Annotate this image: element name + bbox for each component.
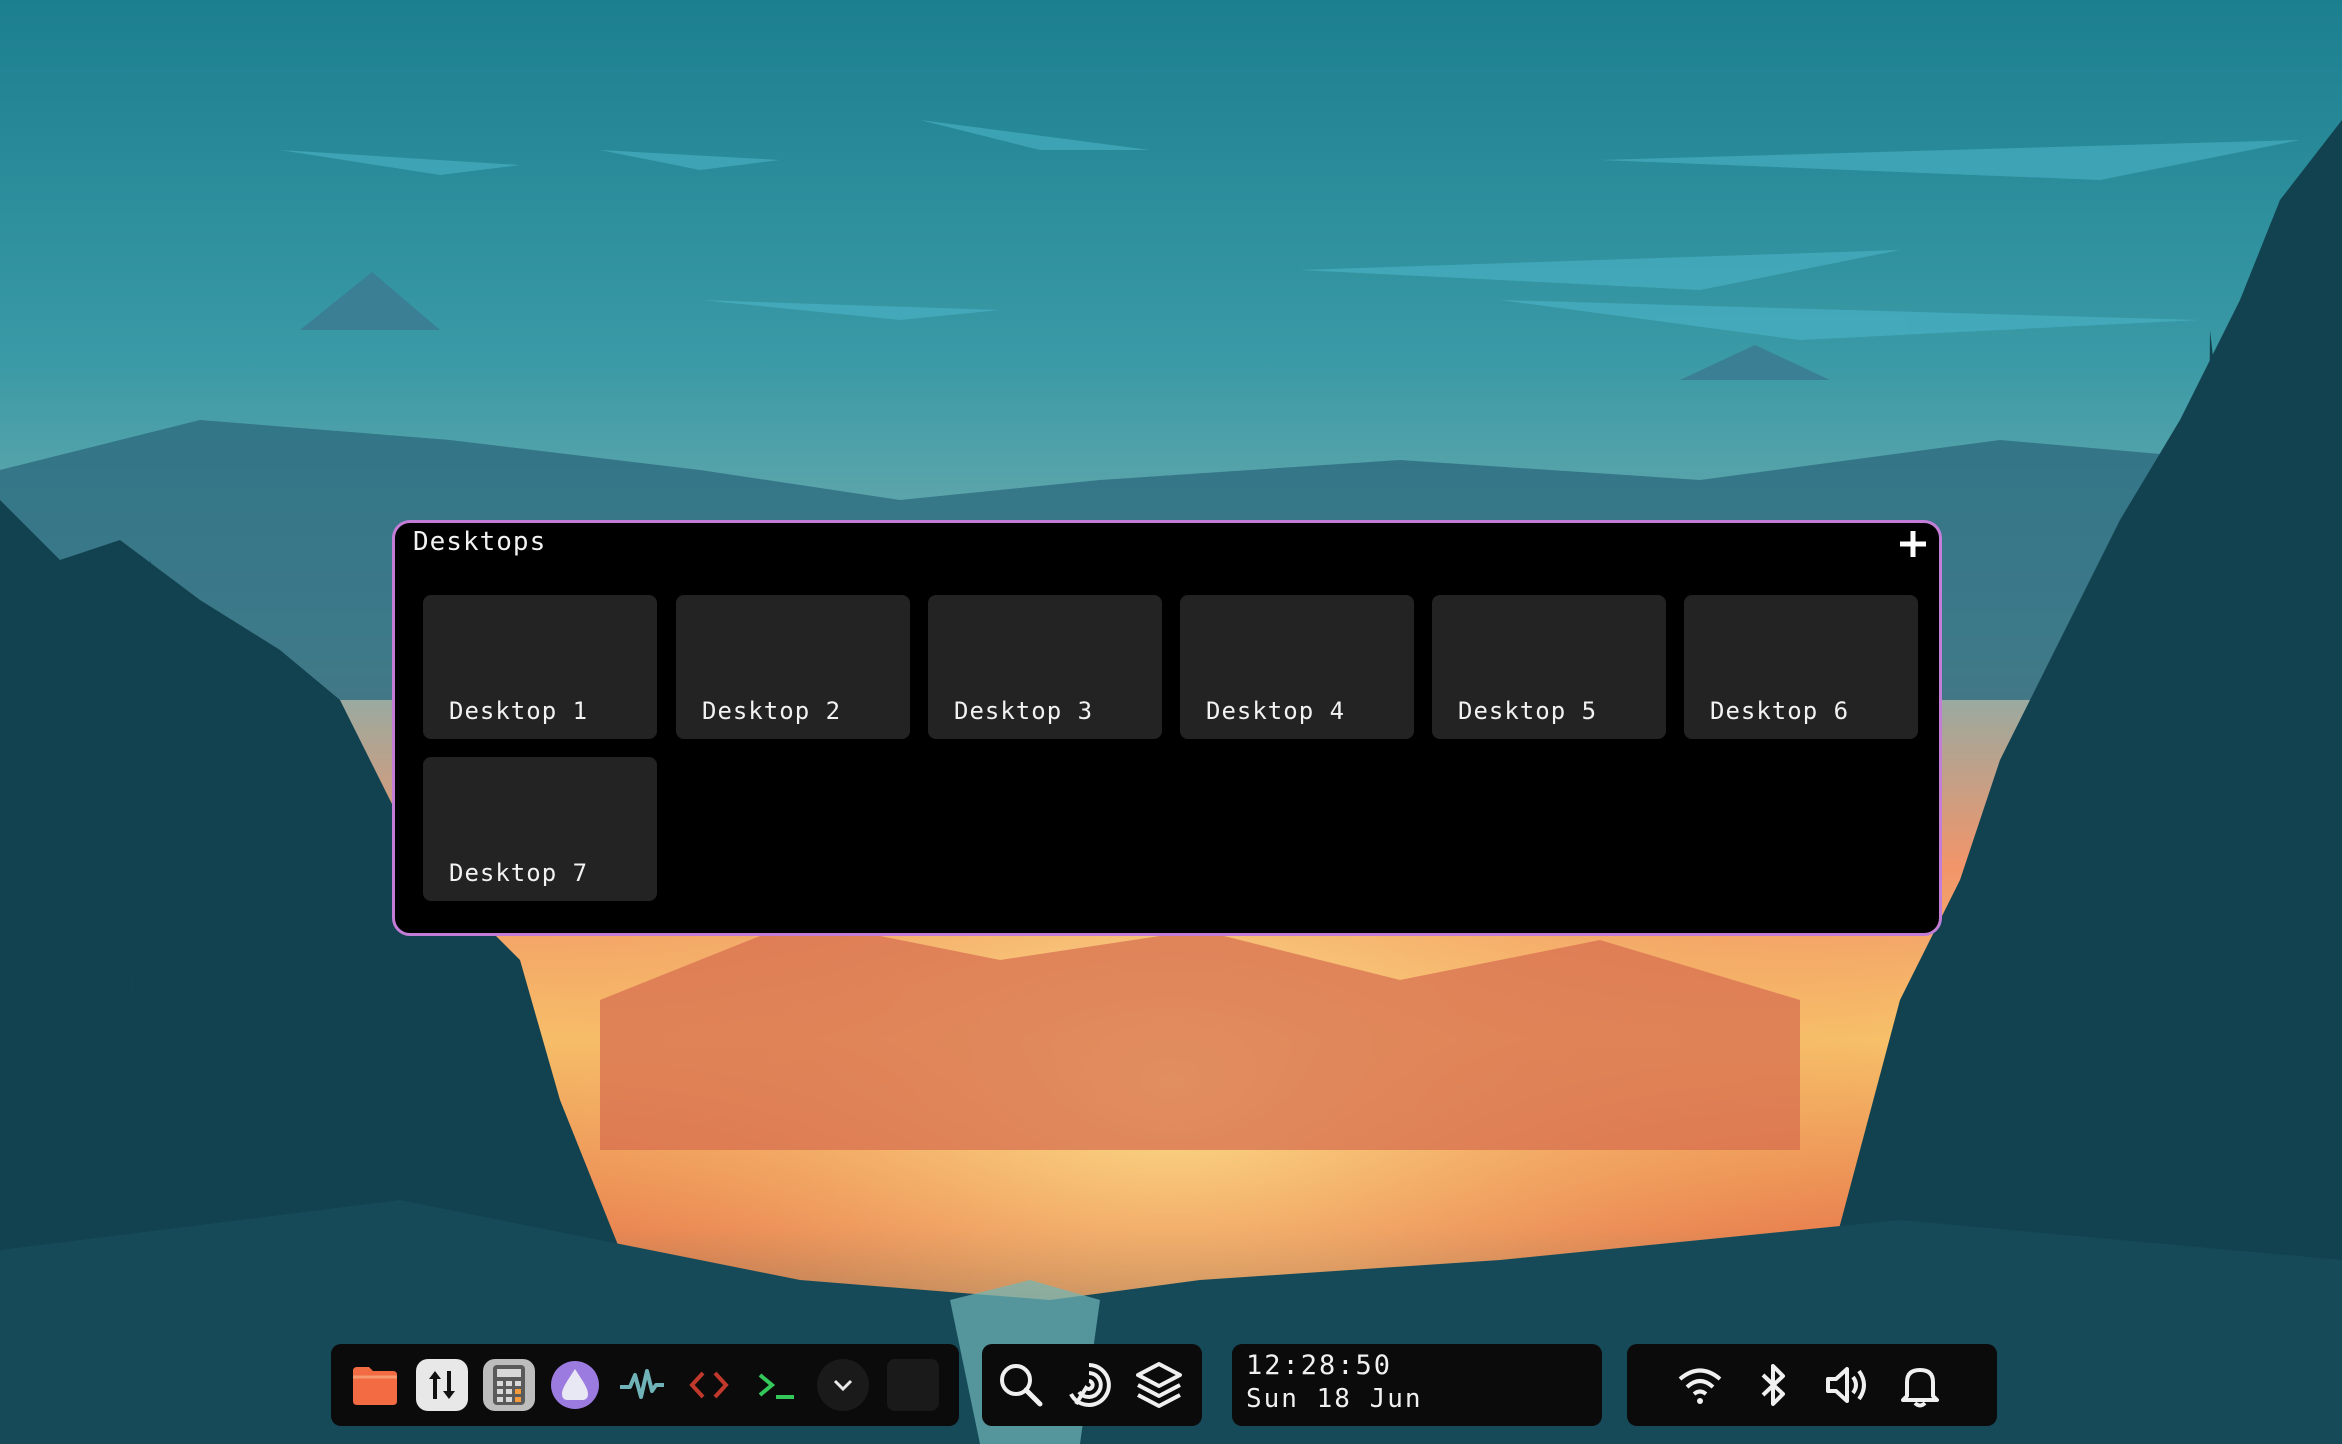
search-button[interactable] bbox=[994, 1358, 1048, 1412]
desktop-label: Desktop 1 bbox=[449, 697, 589, 725]
desktop-tile-7[interactable]: Desktop 7 bbox=[423, 757, 657, 901]
assistant-button[interactable] bbox=[1062, 1358, 1116, 1412]
tools-group bbox=[982, 1344, 1202, 1426]
bluetooth-button[interactable] bbox=[1749, 1360, 1799, 1410]
system-monitor-button[interactable] bbox=[616, 1359, 668, 1411]
more-apps-button[interactable] bbox=[817, 1359, 869, 1411]
bell-icon bbox=[1901, 1368, 1939, 1408]
up-down-arrows-icon bbox=[429, 1371, 455, 1399]
files-app-button[interactable] bbox=[349, 1359, 401, 1411]
code-icon bbox=[689, 1371, 729, 1399]
clock-time: 12:28:50 bbox=[1246, 1350, 1393, 1381]
folder-icon bbox=[353, 1367, 397, 1405]
desktop-label: Desktop 2 bbox=[702, 697, 842, 725]
swirl-icon bbox=[1069, 1363, 1111, 1407]
activity-icon bbox=[620, 1369, 664, 1399]
shell-app-button[interactable] bbox=[549, 1359, 601, 1411]
desktop-tile-3[interactable]: Desktop 3 bbox=[928, 595, 1162, 739]
workspaces-button[interactable] bbox=[1132, 1358, 1186, 1412]
empty-slot bbox=[887, 1359, 939, 1411]
panel-title: Desktops bbox=[413, 527, 547, 557]
desktop-tile-5[interactable]: Desktop 5 bbox=[1432, 595, 1666, 739]
transfer-app-button[interactable] bbox=[416, 1359, 468, 1411]
chevron-down-icon bbox=[833, 1379, 853, 1392]
search-icon bbox=[1000, 1364, 1043, 1407]
calculator-app-button[interactable] bbox=[483, 1359, 535, 1411]
layers-icon bbox=[1136, 1362, 1182, 1408]
clock-widget[interactable]: 12:28:50 Sun 18 Jun bbox=[1232, 1344, 1602, 1426]
desktop-tile-4[interactable]: Desktop 4 bbox=[1180, 595, 1414, 739]
code-editor-button[interactable] bbox=[683, 1359, 735, 1411]
wifi-button[interactable] bbox=[1675, 1360, 1725, 1410]
desktop-tile-6[interactable]: Desktop 6 bbox=[1684, 595, 1918, 739]
app-dock bbox=[331, 1344, 959, 1426]
notifications-button[interactable] bbox=[1895, 1360, 1945, 1410]
terminal-app-button[interactable] bbox=[750, 1359, 802, 1411]
desktop-tile-2[interactable]: Desktop 2 bbox=[676, 595, 910, 739]
desktop-label: Desktop 4 bbox=[1206, 697, 1346, 725]
desktop-label: Desktop 3 bbox=[954, 697, 1094, 725]
desktops-panel: Desktops Desktop 1 Desktop 2 Desktop 3 D… bbox=[392, 520, 1942, 936]
bluetooth-icon bbox=[1761, 1364, 1785, 1406]
drop-icon bbox=[551, 1361, 599, 1409]
system-tray bbox=[1627, 1344, 1997, 1426]
desktop-label: Desktop 7 bbox=[449, 859, 589, 887]
desktop-label: Desktop 6 bbox=[1710, 697, 1850, 725]
desktop-label: Desktop 5 bbox=[1458, 697, 1598, 725]
clock-date: Sun 18 Jun bbox=[1246, 1384, 1423, 1414]
terminal-icon bbox=[758, 1373, 794, 1399]
volume-icon bbox=[1826, 1367, 1866, 1403]
plus-icon bbox=[1900, 531, 1926, 557]
desktop-tile-1[interactable]: Desktop 1 bbox=[423, 595, 657, 739]
add-desktop-button[interactable] bbox=[1895, 525, 1931, 561]
calculator-icon bbox=[493, 1365, 525, 1405]
volume-button[interactable] bbox=[1822, 1360, 1872, 1410]
wifi-icon bbox=[1678, 1368, 1722, 1404]
